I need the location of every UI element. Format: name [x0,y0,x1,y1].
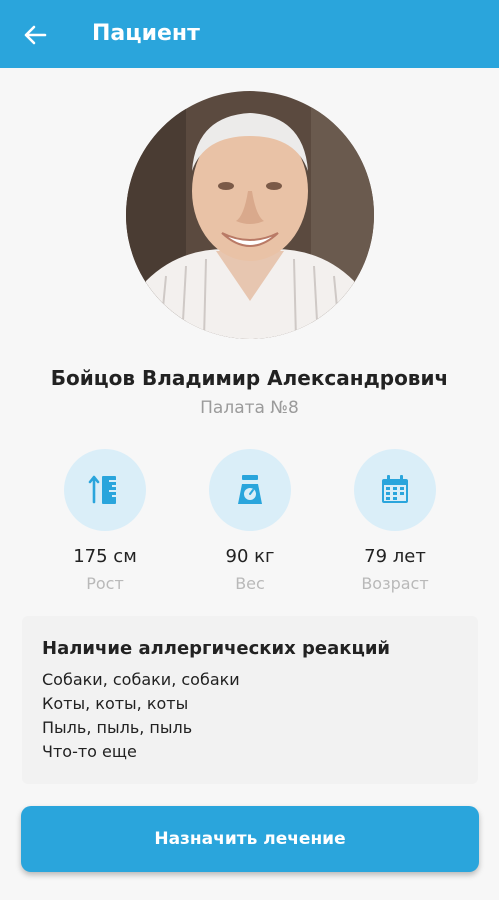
stat-weight: 90 кг Вес [200,449,300,595]
app-bar: Пациент [0,0,499,68]
assign-treatment-button[interactable]: Назначить лечение [21,806,479,872]
allergy-item: Собаки, собаки, собаки [42,670,240,689]
stat-height: 175 см Рост [55,449,155,595]
allergy-title: Наличие аллергических реакций [42,638,391,659]
patient-room: Палата №8 [200,398,299,418]
allergy-item: Коты, коты, коты [42,694,189,713]
calendar-icon [382,475,408,503]
allergy-item: Что-то еще [42,742,137,761]
back-button[interactable] [18,18,52,52]
ruler-icon [88,475,116,504]
patient-name: Бойцов Владимир Александрович [50,366,449,390]
stat-label: Рост [86,574,124,593]
stat-value: 175 см [73,546,137,567]
stat-value: 79 лет [364,546,426,567]
stat-icon-circle [209,449,291,531]
patient-avatar [126,91,374,339]
allergy-item: Пыль, пыль, пыль [42,718,193,737]
stat-label: Возраст [361,574,429,593]
arrow-left-icon [24,25,47,45]
stat-age: 79 лет Возраст [345,449,445,595]
page-title: Пациент [92,21,200,46]
allergy-card: Наличие аллергических реакций Собаки, со… [22,616,478,784]
stat-label: Вес [235,574,265,593]
stat-value: 90 кг [225,546,275,567]
scale-icon [238,475,262,504]
stat-icon-circle [354,449,436,531]
stat-icon-circle [64,449,146,531]
